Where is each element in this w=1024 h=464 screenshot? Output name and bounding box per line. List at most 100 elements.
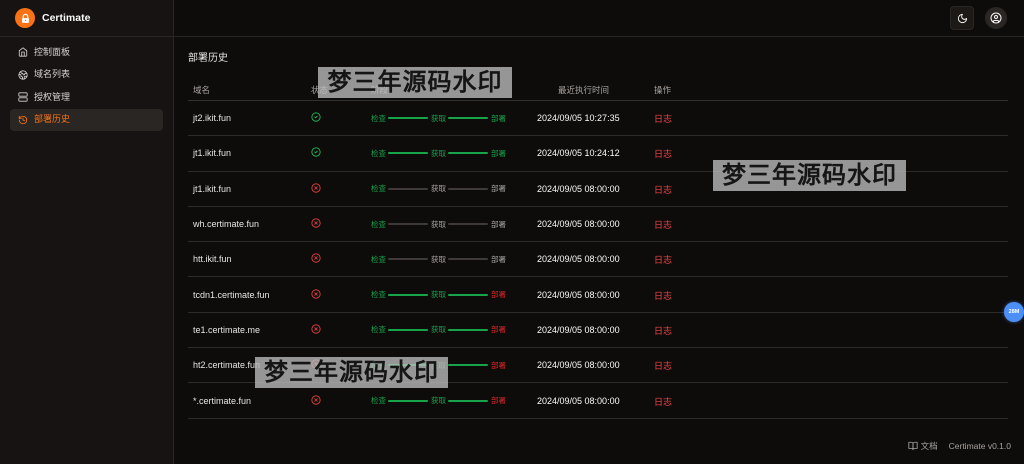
version-label: Certimate v0.1.0 (948, 441, 1011, 451)
table-row: te1.certimate.me 检查 获取 部署 2024/09/05 08:00:0… (188, 313, 1008, 349)
x-circle-icon (311, 324, 321, 334)
status-cell (311, 144, 371, 162)
stage-cell: 检查 获取 部署 (371, 325, 537, 334)
stage-label: 部署 (491, 290, 506, 300)
column-header-last-run: 最近执行时间 (558, 85, 610, 95)
home-icon (18, 47, 28, 57)
status-cell (311, 215, 371, 233)
stage-connector (388, 187, 428, 190)
domain-cell: htt.ikit.fun (193, 254, 232, 265)
sidebar-item-history[interactable]: 部署历史 (10, 108, 163, 131)
view-log-link[interactable]: 日志 (654, 255, 672, 265)
sidebar-item-label: 域名列表 (34, 69, 71, 80)
book-open-icon (908, 441, 918, 451)
stage-cell: 检查 获取 部署 (371, 184, 537, 193)
app-name: Certimate (42, 12, 91, 24)
sidebar-item-label: 授权管理 (34, 91, 71, 102)
stage-label: 获取 (431, 290, 446, 300)
view-log-link[interactable]: 日志 (654, 291, 672, 301)
sidebar: Certimate 控制面板 域名列表 授权管理 部署历史 (0, 0, 174, 464)
x-circle-icon (311, 183, 321, 193)
column-header-domain: 域名 (193, 85, 211, 95)
x-circle-icon (311, 218, 321, 228)
stage-label: 部署 (491, 254, 506, 264)
stage-progress: 检查 获取 部署 (371, 184, 537, 193)
stage-label: 部署 (491, 325, 506, 335)
stage-connector (448, 399, 488, 402)
stage-connector (448, 117, 488, 120)
moon-icon (957, 13, 968, 24)
user-circle-icon (990, 12, 1002, 24)
last-run-time: 2024/09/05 08:00:00 (537, 219, 620, 230)
watermark: 梦三年源码水印 (318, 67, 512, 98)
stage-label: 获取 (431, 219, 446, 229)
stage-label: 检查 (371, 396, 386, 406)
brand[interactable]: Certimate (0, 0, 173, 37)
view-log-link[interactable]: 日志 (654, 185, 672, 195)
x-circle-icon (311, 394, 321, 405)
stage-progress: 检查 获取 部署 (371, 255, 537, 264)
stage-label: 检查 (371, 254, 386, 264)
x-circle-icon (311, 253, 321, 263)
status-cell (311, 392, 371, 410)
page-title: 部署历史 (188, 53, 228, 64)
status-cell (311, 250, 371, 268)
docs-link[interactable]: 文档 (908, 440, 938, 452)
view-log-link[interactable]: 日志 (654, 397, 672, 407)
server-icon (18, 92, 28, 102)
stage-label: 部署 (491, 148, 506, 158)
stage-label: 部署 (491, 219, 506, 229)
status-cell (311, 321, 371, 339)
stage-connector (388, 399, 428, 402)
check-circle-icon (311, 147, 321, 158)
x-circle-icon (311, 289, 321, 299)
watermark: 梦三年源码水印 (255, 357, 448, 388)
stage-label: 部署 (491, 396, 506, 406)
stage-cell: 检查 获取 部署 (371, 114, 537, 123)
stage-progress: 检查 获取 部署 (371, 325, 537, 334)
stage-connector (388, 152, 428, 155)
stage-progress: 检查 获取 部署 (371, 290, 537, 299)
stage-label: 部署 (491, 360, 506, 370)
stage-label: 部署 (491, 113, 506, 123)
column-header-action: 操作 (654, 85, 672, 95)
view-log-link[interactable]: 日志 (654, 361, 672, 371)
stage-progress: 检查 获取 部署 (371, 396, 537, 405)
view-log-link[interactable]: 日志 (654, 114, 672, 124)
sidebar-item-label: 部署历史 (34, 114, 71, 125)
stage-label: 检查 (371, 290, 386, 300)
user-menu-button[interactable] (985, 7, 1007, 29)
stage-cell: 检查 获取 部署 (371, 220, 537, 229)
table-row: jt2.ikit.fun 检查 获取 部署 2024/09/05 10:27:35 日志 (188, 101, 1008, 137)
theme-toggle-button[interactable] (950, 6, 974, 30)
action-cell: 日志 (654, 215, 1008, 233)
footer: 文档 Certimate v0.1.0 (908, 440, 1011, 452)
view-log-link[interactable]: 日志 (654, 149, 672, 159)
stage-connector (448, 187, 488, 190)
table-row: wh.certimate.fun 检查 获取 部署 2024/09/05 08:00:0… (188, 207, 1008, 243)
view-log-link[interactable]: 日志 (654, 326, 672, 336)
action-cell: 日志 (654, 392, 1008, 410)
stage-connector (448, 328, 488, 331)
action-cell: 日志 (654, 286, 1008, 304)
stage-connector (388, 258, 428, 261)
view-log-link[interactable]: 日志 (654, 220, 672, 230)
action-cell: 日志 (654, 321, 1008, 339)
domain-cell: jt1.ikit.fun (193, 148, 232, 159)
last-run-time: 2024/09/05 08:00:00 (537, 183, 620, 194)
last-run-time: 2024/09/05 08:00:00 (537, 289, 620, 300)
floating-badge[interactable]: 28M (1004, 302, 1024, 322)
stage-cell: 检查 获取 部署 (371, 149, 537, 158)
stage-connector (448, 364, 488, 367)
sidebar-item-domains[interactable]: 域名列表 (10, 64, 163, 87)
stage-connector (448, 293, 488, 296)
stage-label: 获取 (431, 148, 446, 158)
stage-label: 获取 (431, 396, 446, 406)
sidebar-item-dashboard[interactable]: 控制面板 (10, 41, 163, 64)
status-cell (311, 109, 371, 127)
domain-cell: jt2.ikit.fun (193, 113, 232, 124)
globe-icon (18, 70, 28, 80)
stage-connector (388, 293, 428, 296)
stage-progress: 检查 获取 部署 (371, 220, 537, 229)
sidebar-item-access[interactable]: 授权管理 (10, 86, 163, 109)
